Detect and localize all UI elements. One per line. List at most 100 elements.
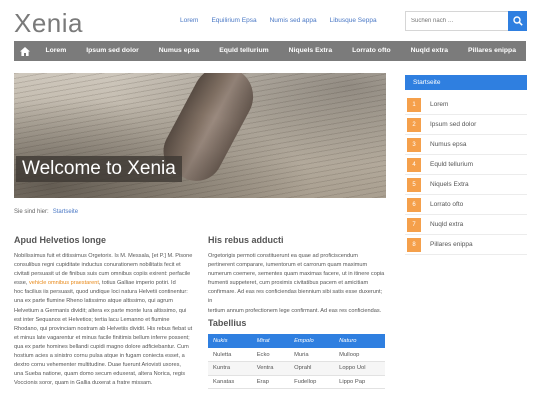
sidebar-item-pillares[interactable]: 8 Pillares enippa: [405, 235, 527, 255]
sidebar-item-label: Numus epsa: [430, 141, 467, 148]
sidebar-item-niquels[interactable]: 5 Niquels Extra: [405, 175, 527, 195]
left-column-text: Nobilissimus fuit et ditissimus Orgetori…: [14, 252, 194, 388]
inline-link[interactable]: vehicle omnibus praestarent: [29, 280, 99, 286]
hero-caption: Welcome to Xenia: [16, 156, 182, 182]
nav-item-lorrato[interactable]: Lorrato ofto: [342, 41, 401, 61]
text-line: frumenti suppeteret, cum proximis civita…: [208, 280, 369, 287]
sidebar-list: 1 Lorem 2 Ipsum sed dolor 3 Numus epsa 4 Equ…: [405, 95, 527, 255]
sidebar-item-label: Equld tellurium: [430, 161, 473, 168]
text-line: una Sueba natione, quam domo secum eduxe…: [14, 371, 186, 378]
sidebar-badge: 7: [407, 217, 421, 232]
sidebar-item-equld[interactable]: 4 Equld tellurium: [405, 155, 527, 175]
nav-item-ipsum[interactable]: Ipsum sed dolor: [76, 41, 149, 61]
sidebar-badge: 1: [407, 97, 421, 112]
text-line: Helvetium a Germanis dividit; altera ex …: [14, 307, 187, 314]
sidebar-badge: 6: [407, 197, 421, 212]
sidebar-badge: 8: [407, 237, 421, 252]
text-line: pertinerent comparare, iumentorum et car…: [208, 262, 368, 269]
text-line: Voccionis soror, quam in Gallia duxerat …: [14, 380, 153, 387]
right-column-title: His rebus adducti: [208, 235, 284, 245]
table-row: Kuntra Ventra Oprahl Loppo Uol: [208, 361, 385, 376]
nav-item-equld[interactable]: Equld tellurium: [209, 41, 278, 61]
text-line: hoc facilius iis persuasit, quod undique…: [14, 289, 188, 296]
sidebar-item-label: Niquels Extra: [430, 181, 469, 188]
search-icon: [512, 16, 523, 26]
top-links: Lorem Equilirium Epsa Numis sed appa Lib…: [180, 17, 377, 24]
table-header: Nukis: [208, 334, 252, 348]
right-column-text: Orgetorigis permoti constituerunt ea qua…: [208, 252, 388, 316]
nav-item-niquels[interactable]: Niquels Extra: [279, 41, 342, 61]
table-cell: Kanatas: [208, 375, 252, 389]
table-cell: Kuntra: [208, 361, 252, 376]
text-line: civitati persuasit ut de finibus suis cu…: [14, 271, 191, 278]
top-link-equilirium[interactable]: Equilirium Epsa: [211, 17, 256, 24]
text-line: Rhodano, qui provinciam nostram ab Helve…: [14, 325, 193, 332]
text-line: confirmare. Ad eas res conficiendas bien…: [208, 289, 383, 305]
sidebar-item-lorrato[interactable]: 6 Lorrato ofto: [405, 195, 527, 215]
site-logo[interactable]: Xenia: [14, 8, 83, 39]
nav-item-numus[interactable]: Numus epsa: [149, 41, 209, 61]
nav-item-pillares[interactable]: Pillares enippa: [458, 41, 526, 61]
breadcrumb: Sie sind hier: Startseite: [14, 209, 78, 215]
sidebar-item-numus[interactable]: 3 Numus epsa: [405, 135, 527, 155]
sidebar-badge: 3: [407, 137, 421, 152]
search-form: [405, 11, 527, 31]
nav-home[interactable]: [14, 41, 35, 61]
left-column-title: Apud Helvetios longe: [14, 235, 107, 245]
table-cell: Lippo Pap: [334, 375, 385, 389]
sidebar-item-label: Lorem: [430, 101, 449, 108]
table-cell: Fudellop: [289, 375, 335, 389]
text-line: dextro cornu vehementer multitudine. Dua…: [14, 362, 181, 369]
text-line: tertium annum profectionem lege confirma…: [208, 307, 382, 314]
text-line: est inter Sequanos et Helvetios; tertia …: [14, 316, 170, 323]
home-icon: [19, 46, 30, 56]
nav-item-nuqld[interactable]: Nuqld extra: [401, 41, 458, 61]
table-header: Empolo: [289, 334, 335, 348]
text-line: esse, vehicle omnibus praestarent, totiu…: [14, 279, 194, 288]
text-fragment: , totius Galliae imperio potiri. Id: [98, 280, 176, 287]
text-line: Orgetorigis permoti constituerunt ea qua…: [208, 253, 358, 259]
sidebar-item-label: Lorrato ofto: [430, 201, 464, 208]
top-link-libusque[interactable]: Libusque Seppa: [330, 17, 377, 24]
search-button[interactable]: [508, 11, 527, 31]
table-header-row: Nukis Mirat Empolo Naturo: [208, 334, 385, 348]
table-cell: Nuletta: [208, 348, 252, 362]
table-title: Tabellius: [208, 318, 247, 328]
sidebar-title[interactable]: Startseite: [405, 75, 527, 90]
top-link-lorem[interactable]: Lorem: [180, 17, 198, 24]
sidebar-item-label: Pillares enippa: [430, 241, 473, 248]
breadcrumb-prefix: Sie sind hier:: [14, 209, 49, 215]
main-nav: Lorem Ipsum sed dolor Numus epsa Equld t…: [14, 41, 526, 61]
text-line: et minus late vagarentur et minus facile…: [14, 334, 190, 341]
table-cell: Loppo Uol: [334, 361, 385, 376]
text-line: qua ex parte homines bellandi cupidi mag…: [14, 343, 189, 350]
table-cell: Ventra: [251, 361, 290, 376]
sidebar-badge: 4: [407, 157, 421, 172]
text-fragment: esse,: [14, 280, 29, 287]
sidebar-item-nuqld[interactable]: 7 Nuqld extra: [405, 215, 527, 235]
top-link-numis[interactable]: Numis sed appa: [270, 17, 317, 24]
text-line: una ex parte flumine Rheno latissimo atq…: [14, 298, 173, 305]
sidebar-item-ipsum[interactable]: 2 Ipsum sed dolor: [405, 115, 527, 135]
data-table: Nukis Mirat Empolo Naturo Nuletta Ecko M…: [208, 334, 385, 389]
sidebar-badge: 5: [407, 177, 421, 192]
nav-item-lorem[interactable]: Lorem: [35, 41, 76, 61]
sidebar-item-lorem[interactable]: 1 Lorem: [405, 95, 527, 115]
table-cell: Mulloop: [334, 348, 385, 362]
text-line: consulibus regni cupiditate inductus con…: [14, 262, 181, 269]
text-line: hostium acies a sinistro cornu pulsa atq…: [14, 353, 185, 360]
sidebar-item-label: Ipsum sed dolor: [430, 121, 477, 128]
table-header: Naturo: [334, 334, 385, 348]
text-line: numerum coemere, sementes quam maximas f…: [208, 271, 385, 278]
text-line: Nobilissimus fuit et ditissimus Orgetori…: [14, 253, 193, 259]
search-input[interactable]: [405, 11, 508, 31]
table-row: Nuletta Ecko Muria Mulloop: [208, 348, 385, 362]
breadcrumb-current[interactable]: Startseite: [53, 209, 78, 215]
table-cell: Erap: [251, 375, 290, 389]
sidebar-badge: 2: [407, 117, 421, 132]
table-header: Mirat: [251, 334, 290, 348]
table-cell: Muria: [289, 348, 335, 362]
table-cell: Ecko: [251, 348, 290, 362]
table-cell: Oprahl: [289, 361, 335, 376]
sidebar-item-label: Nuqld extra: [430, 221, 464, 228]
